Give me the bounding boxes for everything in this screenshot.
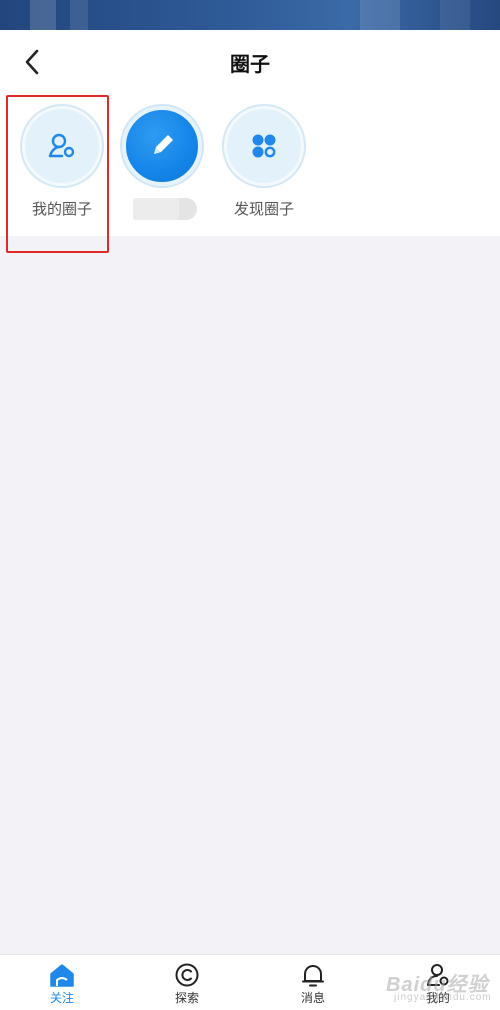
home-icon — [50, 964, 74, 987]
status-bar-blur — [30, 0, 56, 30]
tab-messages[interactable]: 消息 — [268, 963, 358, 1006]
discover-circles-icon — [252, 134, 276, 158]
tab-label: 探索 — [174, 991, 199, 1005]
shortcut-label: 我的圈子 — [31, 201, 92, 218]
bottom-tab-bar: 关注 探索 消息 我的 — [0, 954, 500, 1010]
tab-label: 我的 — [425, 991, 450, 1005]
tab-mine[interactable]: 我的 — [393, 963, 483, 1006]
user-circle-icon — [48, 133, 75, 158]
nav-header: 圈子 — [0, 30, 500, 94]
profile-icon — [427, 964, 449, 986]
status-bar-blur — [360, 0, 400, 30]
page-title: 圈子 — [230, 54, 270, 76]
my-circles-button[interactable]: 我的圈子 — [12, 106, 112, 220]
post-button[interactable] — [112, 106, 212, 220]
shortcut-label: 发现圈子 — [233, 201, 294, 218]
tab-label: 消息 — [300, 991, 325, 1005]
status-bar — [0, 0, 500, 30]
status-bar-blur — [70, 0, 88, 30]
tab-label: 关注 — [49, 991, 74, 1005]
status-bar-blur — [440, 0, 470, 30]
tab-explore[interactable]: 探索 — [142, 963, 232, 1006]
blurred-label — [133, 198, 197, 220]
post-badge — [122, 106, 202, 186]
my-circles-badge — [22, 106, 102, 186]
discover-circles-badge — [224, 106, 304, 186]
discover-circles-button[interactable]: 发现圈子 — [214, 106, 314, 220]
explore-icon — [175, 963, 199, 987]
edit-pencil-icon — [154, 135, 173, 154]
bell-icon — [302, 965, 324, 987]
tab-follow[interactable]: 关注 — [17, 963, 107, 1006]
circle-shortcuts: 我的圈子 发现圈子 — [0, 94, 500, 236]
